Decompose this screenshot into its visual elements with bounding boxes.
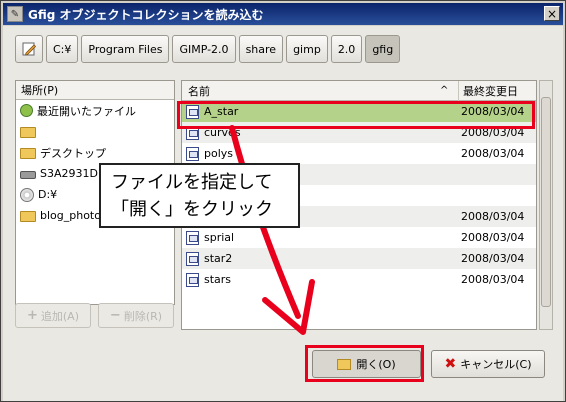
instruction-callout: ファイルを指定して 「開く」をクリック: [99, 163, 300, 228]
